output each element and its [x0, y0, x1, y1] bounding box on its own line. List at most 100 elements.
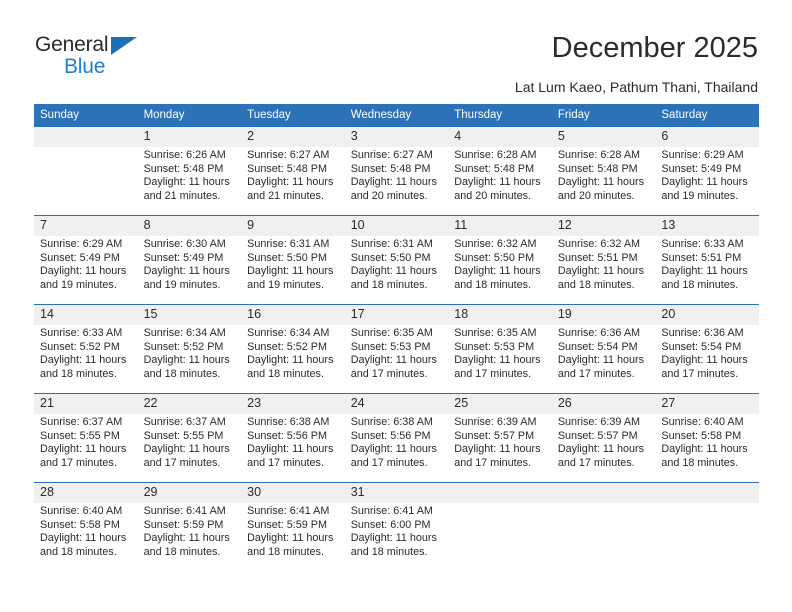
day-cell[interactable]: 6 Sunrise: 6:29 AM Sunset: 5:49 PM Dayli…: [655, 127, 759, 216]
day-cell[interactable]: 21 Sunrise: 6:37 AM Sunset: 5:55 PM Dayl…: [34, 393, 138, 483]
daylight-text-line1: Daylight: 11 hours: [454, 265, 541, 278]
sunset-text: Sunset: 5:59 PM: [247, 518, 327, 531]
day-cell[interactable]: 19 Sunrise: 6:36 AM Sunset: 5:54 PM Dayl…: [551, 304, 656, 394]
daylight-text-line1: Daylight: 11 hours: [247, 354, 334, 367]
sunrise-text: Sunrise: 6:28 AM: [454, 149, 537, 161]
sunrise-text: Sunrise: 6:37 AM: [40, 416, 123, 428]
sunrise-text: Sunrise: 6:32 AM: [454, 238, 537, 250]
sunrise-text: Sunrise: 6:31 AM: [247, 238, 330, 250]
day-number: 18: [448, 305, 552, 325]
sunset-text: Sunset: 5:50 PM: [454, 251, 535, 264]
day-cell[interactable]: 1 Sunrise: 6:26 AM Sunset: 5:48 PM Dayli…: [137, 127, 242, 216]
sunset-text: Sunset: 5:48 PM: [557, 162, 638, 175]
weekday-header-sunday: Sunday: [34, 104, 138, 127]
day-details: [655, 503, 759, 505]
day-details: Sunrise: 6:32 AM Sunset: 5:50 PM Dayligh…: [448, 236, 552, 292]
day-details: Sunrise: 6:34 AM Sunset: 5:52 PM Dayligh…: [138, 325, 242, 381]
sunset-text: Sunset: 5:49 PM: [40, 251, 120, 264]
day-number: [655, 483, 759, 503]
day-details: Sunrise: 6:38 AM Sunset: 5:56 PM Dayligh…: [241, 414, 345, 470]
day-cell[interactable]: 17 Sunrise: 6:35 AM Sunset: 5:53 PM Dayl…: [344, 304, 449, 394]
day-cell[interactable]: 9 Sunrise: 6:31 AM Sunset: 5:50 PM Dayli…: [241, 215, 345, 305]
day-cell[interactable]: 12 Sunrise: 6:32 AM Sunset: 5:51 PM Dayl…: [551, 215, 656, 305]
day-cell[interactable]: [34, 127, 138, 216]
week-row: 1 Sunrise: 6:26 AM Sunset: 5:48 PM Dayli…: [34, 127, 759, 216]
daylight-text-line1: Daylight: 11 hours: [40, 265, 127, 278]
daylight-text-line1: Daylight: 11 hours: [661, 443, 748, 456]
day-details: Sunrise: 6:36 AM Sunset: 5:54 PM Dayligh…: [552, 325, 656, 381]
sunset-text: Sunset: 5:50 PM: [350, 251, 431, 264]
sunrise-text: Sunrise: 6:41 AM: [247, 505, 330, 517]
daylight-text-line2: and 17 minutes.: [557, 456, 635, 469]
day-number: 19: [551, 305, 656, 325]
day-cell[interactable]: 25 Sunrise: 6:39 AM Sunset: 5:57 PM Dayl…: [448, 393, 552, 483]
day-cell[interactable]: 13 Sunrise: 6:33 AM Sunset: 5:51 PM Dayl…: [655, 215, 759, 305]
day-number: 17: [344, 305, 449, 325]
day-details: Sunrise: 6:26 AM Sunset: 5:48 PM Dayligh…: [138, 147, 242, 203]
day-cell[interactable]: 14 Sunrise: 6:33 AM Sunset: 5:52 PM Dayl…: [34, 304, 138, 394]
daylight-text-line2: and 17 minutes.: [454, 367, 532, 380]
sunrise-text: Sunrise: 6:34 AM: [247, 327, 330, 339]
daylight-text-line2: and 19 minutes.: [661, 189, 739, 202]
page-header: General Blue December 2025 Lat Lum Kaeo,…: [0, 0, 792, 100]
day-cell[interactable]: 18 Sunrise: 6:35 AM Sunset: 5:53 PM Dayl…: [448, 304, 552, 394]
day-cell[interactable]: 20 Sunrise: 6:36 AM Sunset: 5:54 PM Dayl…: [655, 304, 759, 394]
daylight-text-line2: and 18 minutes.: [247, 545, 324, 558]
day-cell[interactable]: 5 Sunrise: 6:28 AM Sunset: 5:48 PM Dayli…: [551, 127, 656, 216]
day-details: Sunrise: 6:36 AM Sunset: 5:54 PM Dayligh…: [655, 325, 759, 381]
sunrise-sunset-calendar: Sunday Monday Tuesday Wednesday Thursday…: [34, 104, 759, 571]
sunrise-text: Sunrise: 6:31 AM: [350, 238, 433, 250]
day-cell[interactable]: 11 Sunrise: 6:32 AM Sunset: 5:50 PM Dayl…: [448, 215, 552, 305]
day-cell[interactable]: 15 Sunrise: 6:34 AM Sunset: 5:52 PM Dayl…: [137, 304, 242, 394]
daylight-text-line1: Daylight: 11 hours: [247, 265, 334, 278]
sunrise-text: Sunrise: 6:41 AM: [350, 505, 433, 517]
day-number: 27: [655, 394, 759, 414]
day-details: Sunrise: 6:37 AM Sunset: 5:55 PM Dayligh…: [34, 414, 138, 470]
day-cell[interactable]: 29 Sunrise: 6:41 AM Sunset: 5:59 PM Dayl…: [137, 482, 242, 571]
day-cell[interactable]: 26 Sunrise: 6:39 AM Sunset: 5:57 PM Dayl…: [551, 393, 656, 483]
general-blue-logo: General Blue: [35, 33, 165, 81]
weekday-header-tuesday: Tuesday: [241, 104, 345, 127]
day-cell[interactable]: [655, 482, 759, 571]
daylight-text-line2: and 20 minutes.: [350, 189, 428, 202]
day-details: Sunrise: 6:37 AM Sunset: 5:55 PM Dayligh…: [138, 414, 242, 470]
day-cell[interactable]: 7 Sunrise: 6:29 AM Sunset: 5:49 PM Dayli…: [34, 215, 138, 305]
day-cell[interactable]: [448, 482, 552, 571]
day-cell[interactable]: 16 Sunrise: 6:34 AM Sunset: 5:52 PM Dayl…: [241, 304, 345, 394]
daylight-text-line2: and 18 minutes.: [661, 278, 739, 291]
day-cell[interactable]: 24 Sunrise: 6:38 AM Sunset: 5:56 PM Dayl…: [344, 393, 449, 483]
daylight-text-line1: Daylight: 11 hours: [40, 443, 127, 456]
weekday-header-saturday: Saturday: [655, 104, 759, 127]
day-cell[interactable]: 30 Sunrise: 6:41 AM Sunset: 5:59 PM Dayl…: [241, 482, 345, 571]
daylight-text-line2: and 18 minutes.: [143, 545, 221, 558]
day-cell[interactable]: 3 Sunrise: 6:27 AM Sunset: 5:48 PM Dayli…: [344, 127, 449, 216]
daylight-text-line2: and 17 minutes.: [350, 367, 428, 380]
day-number: 10: [344, 216, 449, 236]
day-cell[interactable]: 2 Sunrise: 6:27 AM Sunset: 5:48 PM Dayli…: [241, 127, 345, 216]
sunset-text: Sunset: 5:58 PM: [661, 429, 742, 442]
day-number: 2: [241, 127, 345, 147]
day-cell[interactable]: 10 Sunrise: 6:31 AM Sunset: 5:50 PM Dayl…: [344, 215, 449, 305]
day-number: [551, 483, 656, 503]
day-details: [448, 503, 552, 505]
day-cell[interactable]: 8 Sunrise: 6:30 AM Sunset: 5:49 PM Dayli…: [137, 215, 242, 305]
sunrise-text: Sunrise: 6:29 AM: [40, 238, 123, 250]
day-cell[interactable]: 22 Sunrise: 6:37 AM Sunset: 5:55 PM Dayl…: [137, 393, 242, 483]
sunset-text: Sunset: 5:48 PM: [454, 162, 535, 175]
day-number: 3: [344, 127, 449, 147]
day-number: 31: [344, 483, 449, 503]
day-details: Sunrise: 6:34 AM Sunset: 5:52 PM Dayligh…: [241, 325, 345, 381]
day-cell[interactable]: 4 Sunrise: 6:28 AM Sunset: 5:48 PM Dayli…: [448, 127, 552, 216]
sunset-text: Sunset: 5:52 PM: [247, 340, 327, 353]
daylight-text-line1: Daylight: 11 hours: [557, 176, 645, 189]
day-cell[interactable]: 23 Sunrise: 6:38 AM Sunset: 5:56 PM Dayl…: [241, 393, 345, 483]
day-cell[interactable]: 28 Sunrise: 6:40 AM Sunset: 5:58 PM Dayl…: [34, 482, 138, 571]
sunset-text: Sunset: 5:51 PM: [557, 251, 638, 264]
daylight-text-line2: and 18 minutes.: [247, 367, 324, 380]
daylight-text-line2: and 17 minutes.: [661, 367, 739, 380]
sunrise-text: Sunrise: 6:32 AM: [557, 238, 641, 250]
day-details: Sunrise: 6:27 AM Sunset: 5:48 PM Dayligh…: [241, 147, 345, 203]
day-cell[interactable]: [551, 482, 656, 571]
day-cell[interactable]: 31 Sunrise: 6:41 AM Sunset: 6:00 PM Dayl…: [344, 482, 449, 571]
day-cell[interactable]: 27 Sunrise: 6:40 AM Sunset: 5:58 PM Dayl…: [655, 393, 759, 483]
